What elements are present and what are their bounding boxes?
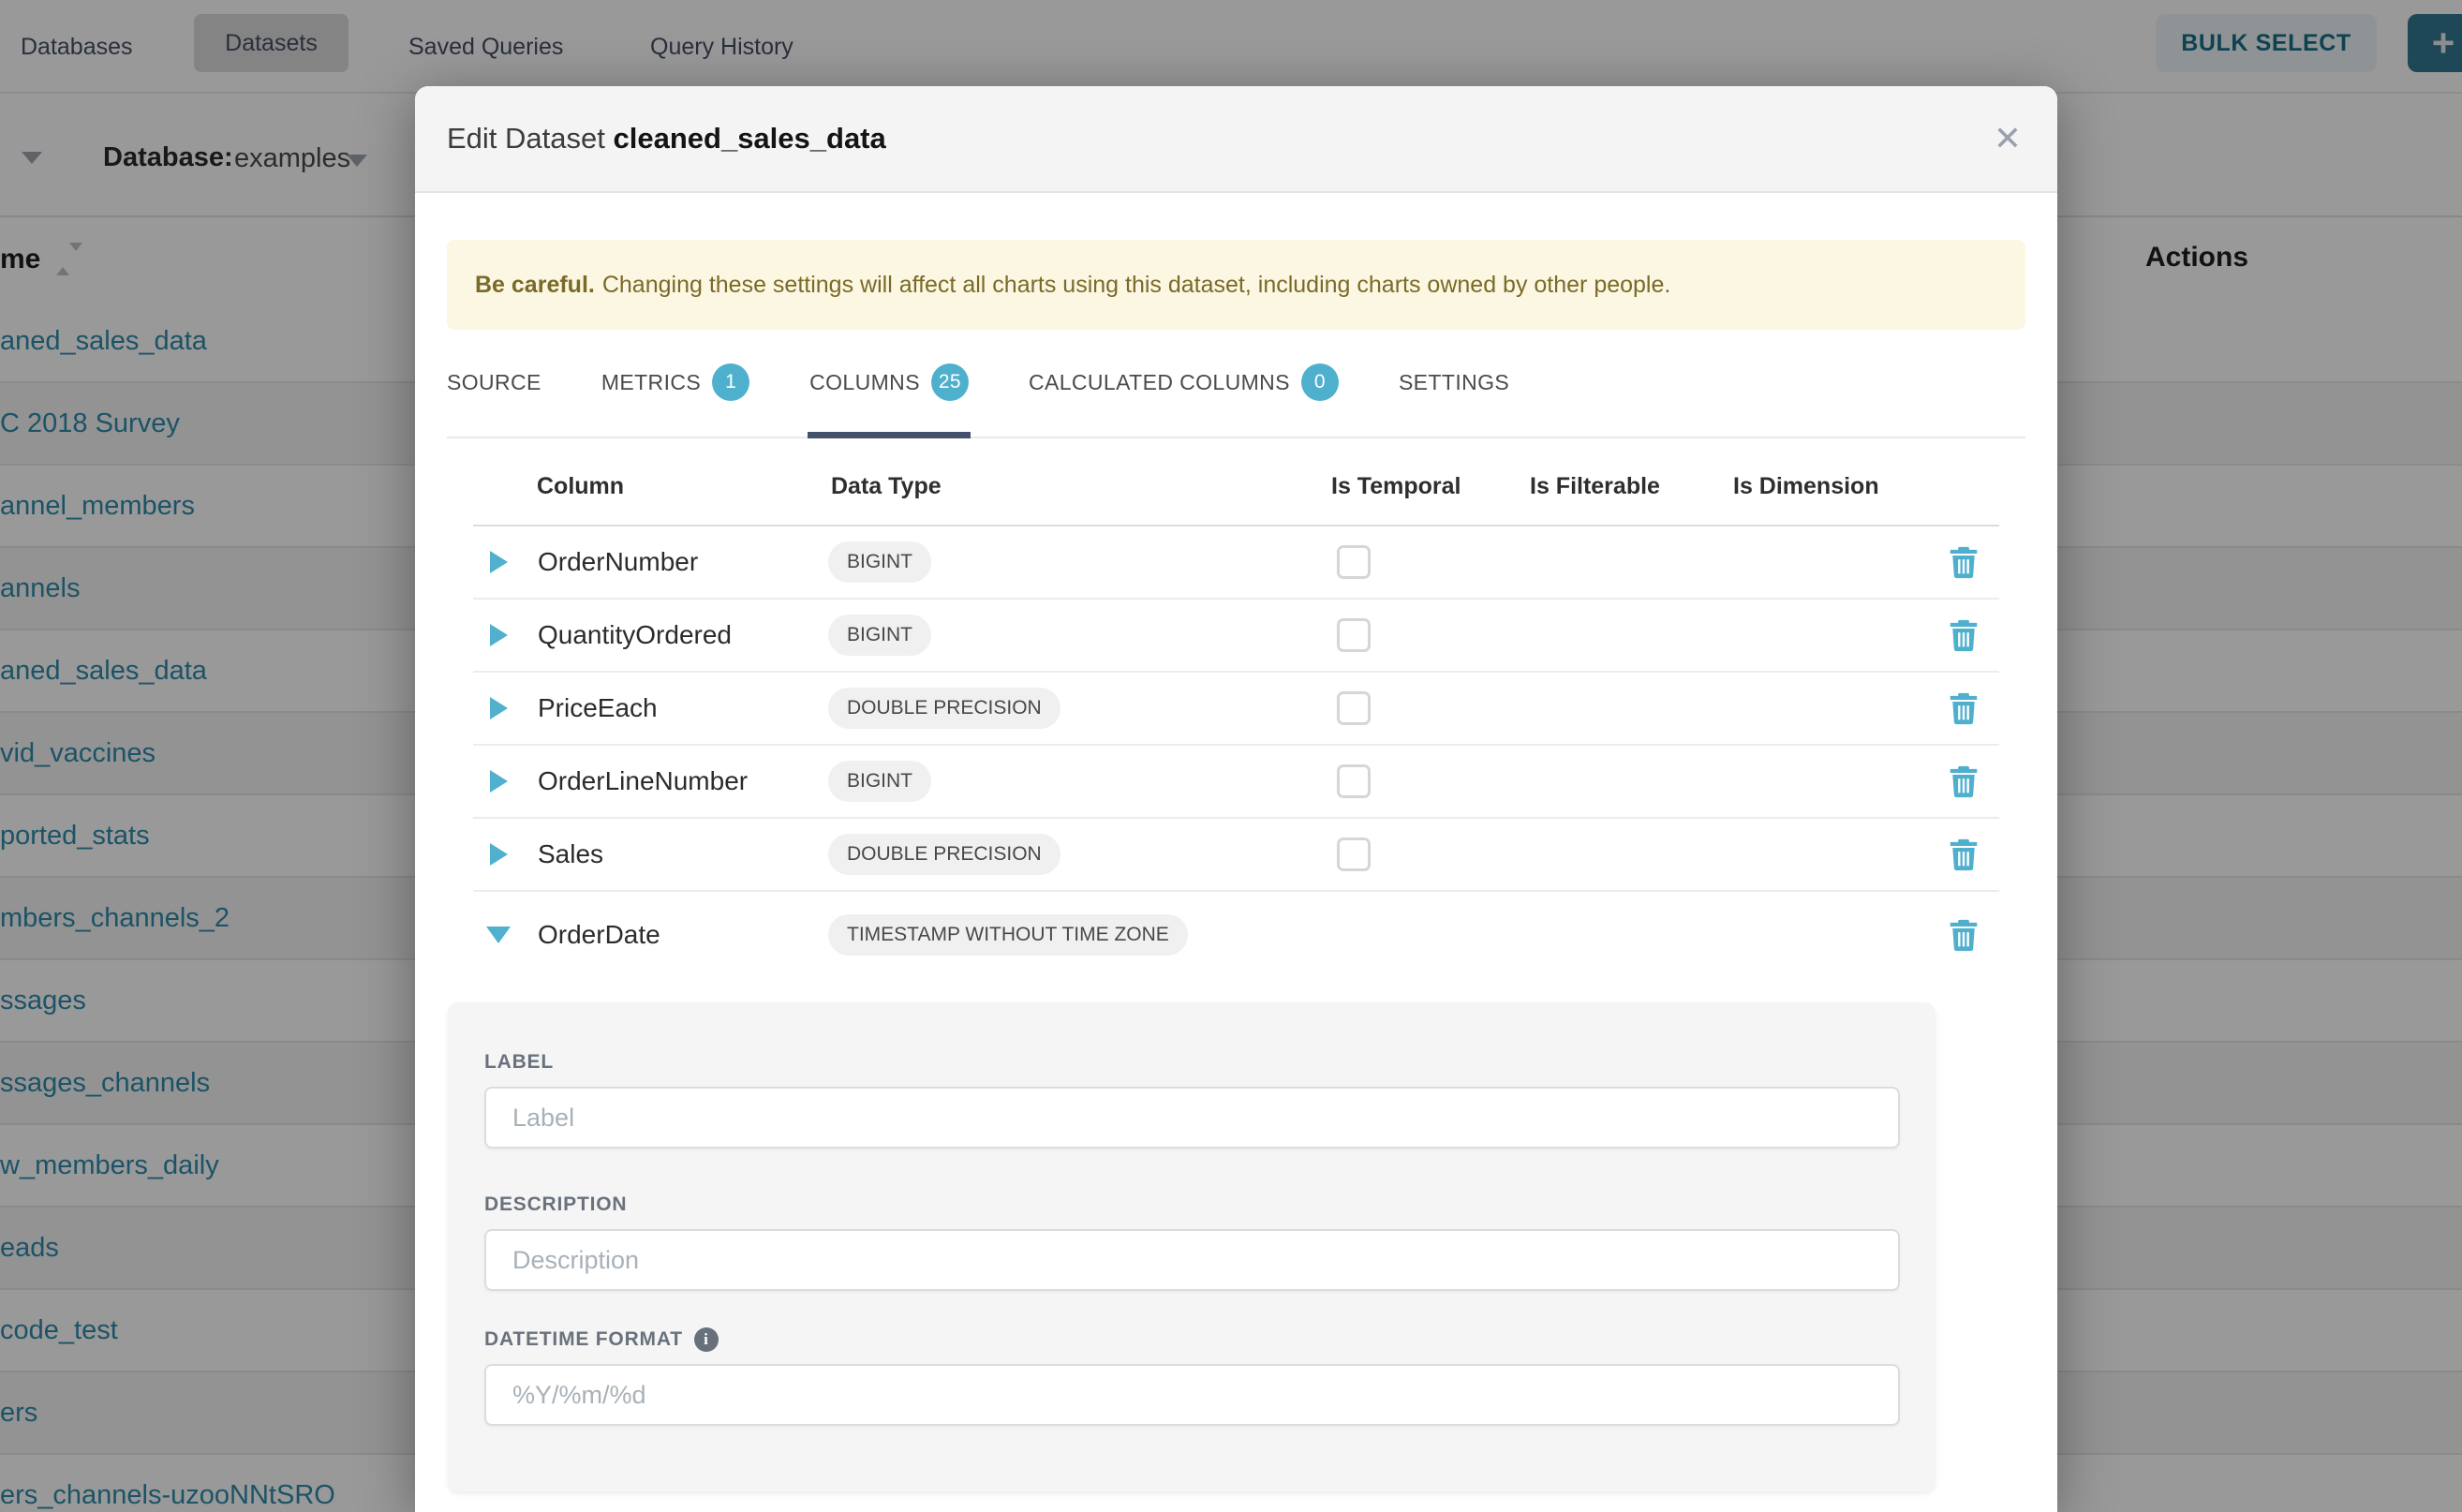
delete-column-icon[interactable] bbox=[1946, 617, 1981, 653]
tab-settings[interactable]: SETTINGS bbox=[1399, 363, 1509, 437]
spacer bbox=[484, 1149, 1935, 1193]
header-data-type: Data Type bbox=[831, 473, 942, 500]
is-temporal-checkbox[interactable] bbox=[1337, 618, 1371, 652]
column-name: PriceEach bbox=[538, 693, 658, 723]
is-temporal-checkbox[interactable] bbox=[1337, 764, 1371, 798]
column-name: OrderNumber bbox=[538, 547, 698, 577]
tab-calculated-columns[interactable]: CALCULATED COLUMNS 0 bbox=[1029, 363, 1339, 437]
tab-label: CALCULATED COLUMNS bbox=[1029, 370, 1290, 395]
field-label: LABEL bbox=[484, 1051, 1935, 1074]
data-type-pill: DOUBLE PRECISION bbox=[828, 688, 1060, 729]
field-label-text: DATETIME FORMAT bbox=[484, 1328, 683, 1351]
field-label: DESCRIPTION bbox=[484, 1193, 1935, 1216]
modal-title: Edit Dataset cleaned_sales_data bbox=[447, 122, 886, 156]
column-row: OrderDate TIMESTAMP WITHOUT TIME ZONE bbox=[473, 892, 1999, 978]
column-name: Sales bbox=[538, 839, 603, 869]
tab-label: SOURCE bbox=[447, 370, 541, 395]
delete-column-icon[interactable] bbox=[1946, 690, 1981, 726]
close-icon[interactable]: ✕ bbox=[1994, 122, 2022, 156]
delete-column-icon[interactable] bbox=[1946, 763, 1981, 799]
field-label: DATETIME FORMAT i bbox=[484, 1328, 1935, 1351]
data-type-pill: BIGINT bbox=[828, 761, 931, 802]
expand-caret-icon[interactable] bbox=[490, 624, 508, 646]
expand-caret-icon[interactable] bbox=[490, 770, 508, 793]
data-type-pill: BIGINT bbox=[828, 541, 931, 583]
column-row: OrderNumber BIGINT bbox=[473, 526, 1999, 600]
column-row: Sales DOUBLE PRECISION bbox=[473, 819, 1999, 892]
column-row: OrderLineNumber BIGINT bbox=[473, 746, 1999, 819]
data-type-pill: TIMESTAMP WITHOUT TIME ZONE bbox=[828, 914, 1188, 956]
description-input[interactable] bbox=[484, 1229, 1900, 1291]
warning-bold: Be careful. bbox=[475, 272, 595, 299]
data-type-pill: DOUBLE PRECISION bbox=[828, 834, 1060, 875]
header-is-temporal: Is Temporal bbox=[1331, 473, 1461, 500]
field-label-text: DESCRIPTION bbox=[484, 1193, 627, 1216]
delete-column-icon[interactable] bbox=[1946, 544, 1981, 580]
columns-table-rows: OrderNumber BIGINT QuantityOrdered BIGINT Pr… bbox=[473, 526, 1999, 978]
field-description: DESCRIPTION bbox=[484, 1193, 1935, 1291]
modal-body: Be careful. Changing these settings will… bbox=[415, 240, 2057, 1491]
header-column: Column bbox=[537, 473, 624, 500]
label-input[interactable] bbox=[484, 1087, 1900, 1149]
warning-text: Changing these settings will affect all … bbox=[602, 272, 1671, 299]
column-row: QuantityOrdered BIGINT bbox=[473, 600, 1999, 673]
is-temporal-checkbox[interactable] bbox=[1337, 838, 1371, 871]
header-is-filterable: Is Filterable bbox=[1530, 473, 1660, 500]
data-type-pill: BIGINT bbox=[828, 615, 931, 656]
tab-label: METRICS bbox=[601, 370, 701, 395]
tab-label: SETTINGS bbox=[1399, 370, 1509, 395]
collapse-caret-icon[interactable] bbox=[486, 926, 511, 943]
column-editor-panel: LABEL DESCRIPTION DATETIME FORMAT i bbox=[448, 1002, 1935, 1491]
columns-table-header: Column Data Type Is Temporal Is Filterab… bbox=[473, 438, 1999, 526]
expand-caret-icon[interactable] bbox=[490, 551, 508, 573]
delete-column-icon[interactable] bbox=[1946, 837, 1981, 872]
datetime-format-input[interactable] bbox=[484, 1364, 1900, 1426]
column-name: OrderLineNumber bbox=[538, 766, 748, 796]
tab-source[interactable]: SOURCE bbox=[447, 363, 541, 437]
screen: Databases Datasets Saved Queries Query H… bbox=[0, 0, 2462, 1512]
is-temporal-checkbox[interactable] bbox=[1337, 545, 1371, 579]
is-temporal-checkbox[interactable] bbox=[1337, 691, 1371, 725]
column-name: OrderDate bbox=[538, 920, 660, 950]
column-row: PriceEach DOUBLE PRECISION bbox=[473, 673, 1999, 746]
expand-caret-icon[interactable] bbox=[490, 697, 508, 719]
modal-title-prefix: Edit Dataset bbox=[447, 122, 605, 155]
tab-metrics[interactable]: METRICS 1 bbox=[601, 363, 749, 437]
warning-banner: Be careful. Changing these settings will… bbox=[447, 240, 2025, 330]
tab-count-badge: 1 bbox=[712, 363, 749, 401]
header-is-dimension: Is Dimension bbox=[1733, 473, 1879, 500]
tab-count-badge: 25 bbox=[931, 363, 969, 401]
modal-tabs: SOURCE METRICS 1 COLUMNS 25 CALCULATED COLUMN… bbox=[447, 330, 2025, 438]
info-icon[interactable]: i bbox=[694, 1327, 719, 1352]
field-label-text: LABEL bbox=[484, 1051, 554, 1074]
column-name: QuantityOrdered bbox=[538, 620, 732, 650]
modal-title-dataset-name: cleaned_sales_data bbox=[614, 122, 886, 155]
field-datetime-format: DATETIME FORMAT i bbox=[484, 1328, 1935, 1426]
tab-count-badge: 0 bbox=[1301, 363, 1339, 401]
delete-column-icon[interactable] bbox=[1946, 917, 1981, 953]
edit-dataset-modal: Edit Dataset cleaned_sales_data ✕ Be car… bbox=[415, 86, 2057, 1512]
tab-label: COLUMNS bbox=[809, 370, 920, 395]
spacer bbox=[484, 1291, 1935, 1328]
expand-caret-icon[interactable] bbox=[490, 843, 508, 866]
tab-columns[interactable]: COLUMNS 25 bbox=[809, 363, 969, 437]
modal-header: Edit Dataset cleaned_sales_data ✕ bbox=[415, 86, 2057, 193]
field-label: LABEL bbox=[484, 1051, 1935, 1149]
columns-table: Column Data Type Is Temporal Is Filterab… bbox=[473, 438, 1999, 978]
